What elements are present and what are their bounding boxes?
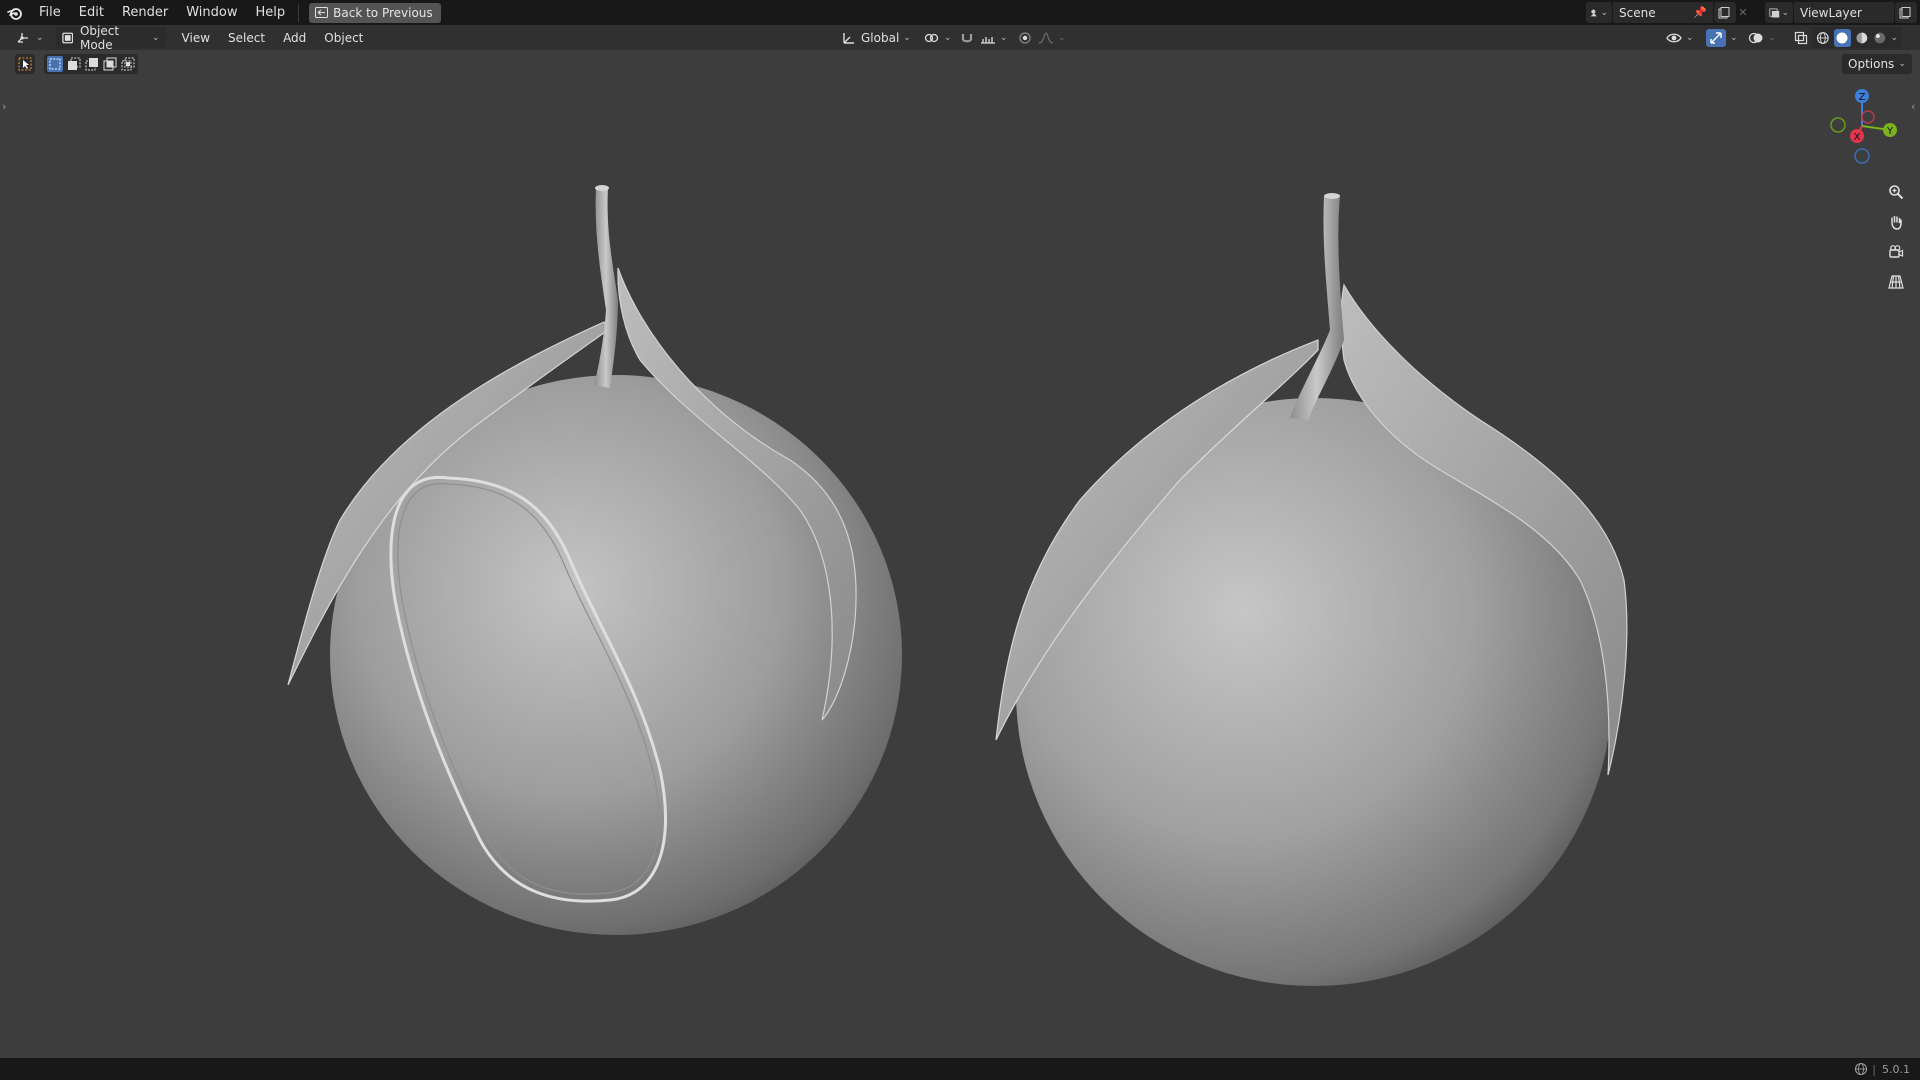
viewlayer-type-icon[interactable]: ⌄ [1765, 2, 1793, 23]
pivot-icon [924, 33, 939, 42]
object-mode-icon [61, 32, 73, 43]
new-scene-icon[interactable] [1714, 2, 1736, 23]
menu-add[interactable]: Add [277, 27, 312, 48]
solid-shading-icon[interactable] [1833, 28, 1852, 47]
selectability-eye-icon [1666, 33, 1682, 42]
shading-mode-group: ⌄ [1812, 27, 1902, 48]
object-mode-dropdown[interactable]: Object Mode ⌄ [55, 24, 166, 52]
xray-icon [1794, 31, 1808, 44]
scene-selector[interactable]: ⌄ Scene 📌 ✕ [1586, 2, 1750, 23]
zoom-icon[interactable] [1884, 180, 1908, 204]
selection-mode-group [44, 54, 138, 74]
sidebar-toggle-icon[interactable]: ‹ [1911, 100, 1915, 113]
wireframe-shading-icon[interactable] [1816, 31, 1830, 45]
xray-toggle[interactable] [1788, 27, 1814, 48]
viewlayer-name: ViewLayer [1800, 5, 1862, 20]
scene-name: Scene [1619, 5, 1656, 20]
version-label: 5.0.1 [1882, 1062, 1910, 1076]
status-divider: | [1872, 1062, 1876, 1076]
menu-view[interactable]: View [176, 27, 216, 48]
snap-increment-icon [981, 36, 995, 44]
orientation-label: Global [861, 30, 900, 45]
pivot-point-dropdown[interactable]: ⌄ [918, 27, 958, 48]
remove-scene-icon[interactable]: ✕ [1736, 6, 1750, 19]
new-viewlayer-icon[interactable] [1895, 2, 1917, 23]
gizmo-z-label: Z [1859, 92, 1866, 103]
top-menu-bar: File Edit Render Window Help Back to Pre… [0, 0, 1920, 25]
status-bar: | 5.0.1 [0, 1058, 1920, 1080]
menu-divider [298, 3, 300, 22]
select-tool-button[interactable] [15, 54, 35, 74]
cursor-select-icon [18, 57, 32, 71]
menu-object[interactable]: Object [318, 27, 369, 48]
falloff-curve-icon [1038, 31, 1054, 44]
overlays-icon [1748, 32, 1763, 43]
gizmo-y-label: Y [1886, 126, 1894, 137]
overlays-toggle[interactable]: ⌄ [1742, 27, 1782, 48]
scene-type-icon[interactable]: ⌄ [1586, 2, 1612, 23]
viewport-header: ⌄ Object Mode ⌄ View Select Add Object G… [0, 24, 1920, 52]
screen-back-icon [315, 7, 329, 18]
object-mode-label: Object Mode [79, 23, 120, 52]
menu-edit[interactable]: Edit [70, 0, 113, 25]
scene-name-field[interactable]: Scene 📌 [1613, 2, 1713, 23]
editor-type-button[interactable]: ⌄ [10, 27, 50, 48]
intersect-selection-icon[interactable] [121, 57, 135, 71]
camera-view-icon[interactable] [1884, 240, 1908, 264]
proportional-edit-icon [1019, 31, 1031, 44]
navigation-gizmo[interactable]: Z Y X [1822, 86, 1902, 166]
viewport-scene [287, 185, 1628, 986]
material-shading-icon[interactable] [1855, 31, 1869, 45]
menu-help[interactable]: Help [247, 0, 295, 25]
right-fruit-model[interactable] [995, 193, 1628, 986]
pan-hand-icon[interactable] [1884, 210, 1908, 234]
pin-icon[interactable]: 📌 [1693, 6, 1707, 19]
back-to-previous-button[interactable]: Back to Previous [309, 2, 441, 23]
back-to-previous-label: Back to Previous [333, 5, 433, 20]
rendered-shading-icon[interactable] [1873, 31, 1887, 45]
snap-magnet-icon [961, 33, 973, 42]
extend-selection-icon[interactable] [67, 57, 81, 71]
viewlayer-name-field[interactable]: ViewLayer [1794, 2, 1894, 23]
gizmo-neg-y[interactable] [1830, 117, 1846, 133]
menu-select[interactable]: Select [222, 27, 271, 48]
transform-orientation-dropdown[interactable]: Global ⌄ [836, 27, 917, 48]
gizmo-icon [1706, 28, 1726, 47]
gizmo-neg-z[interactable] [1854, 148, 1870, 164]
invert-selection-icon[interactable] [103, 57, 117, 71]
proportional-falloff-dropdown[interactable]: ⌄ [1032, 27, 1072, 48]
options-label: Options [1848, 57, 1895, 71]
visibility-dropdown[interactable]: ⌄ [1660, 27, 1700, 48]
blender-logo-icon[interactable] [0, 0, 30, 25]
3d-viewport[interactable]: › ‹ Z Y X [0, 50, 1920, 1058]
menu-file[interactable]: File [30, 0, 70, 25]
set-new-selection-icon[interactable] [47, 56, 63, 72]
gizmo-x-label: X [1854, 132, 1861, 143]
orientation-global-icon [843, 32, 854, 44]
gizmo-toggle[interactable]: ⌄ [1700, 27, 1744, 48]
network-globe-icon [1855, 1062, 1868, 1076]
viewlayer-selector[interactable]: ⌄ ViewLayer ✕ [1765, 2, 1920, 23]
3d-viewport-icon [17, 32, 28, 43]
left-fruit-model[interactable] [287, 185, 902, 935]
gizmo-neg-x[interactable] [1861, 110, 1875, 124]
snap-target-dropdown[interactable]: ⌄ [974, 27, 1014, 48]
options-dropdown[interactable]: Options ⌄ [1842, 54, 1912, 74]
menu-window[interactable]: Window [177, 0, 246, 25]
tool-settings-row [0, 50, 1920, 78]
perspective-grid-icon[interactable] [1884, 270, 1908, 294]
subtract-selection-icon[interactable] [85, 57, 99, 71]
toolbar-toggle-icon[interactable]: › [2, 100, 6, 113]
menu-render[interactable]: Render [113, 0, 177, 25]
